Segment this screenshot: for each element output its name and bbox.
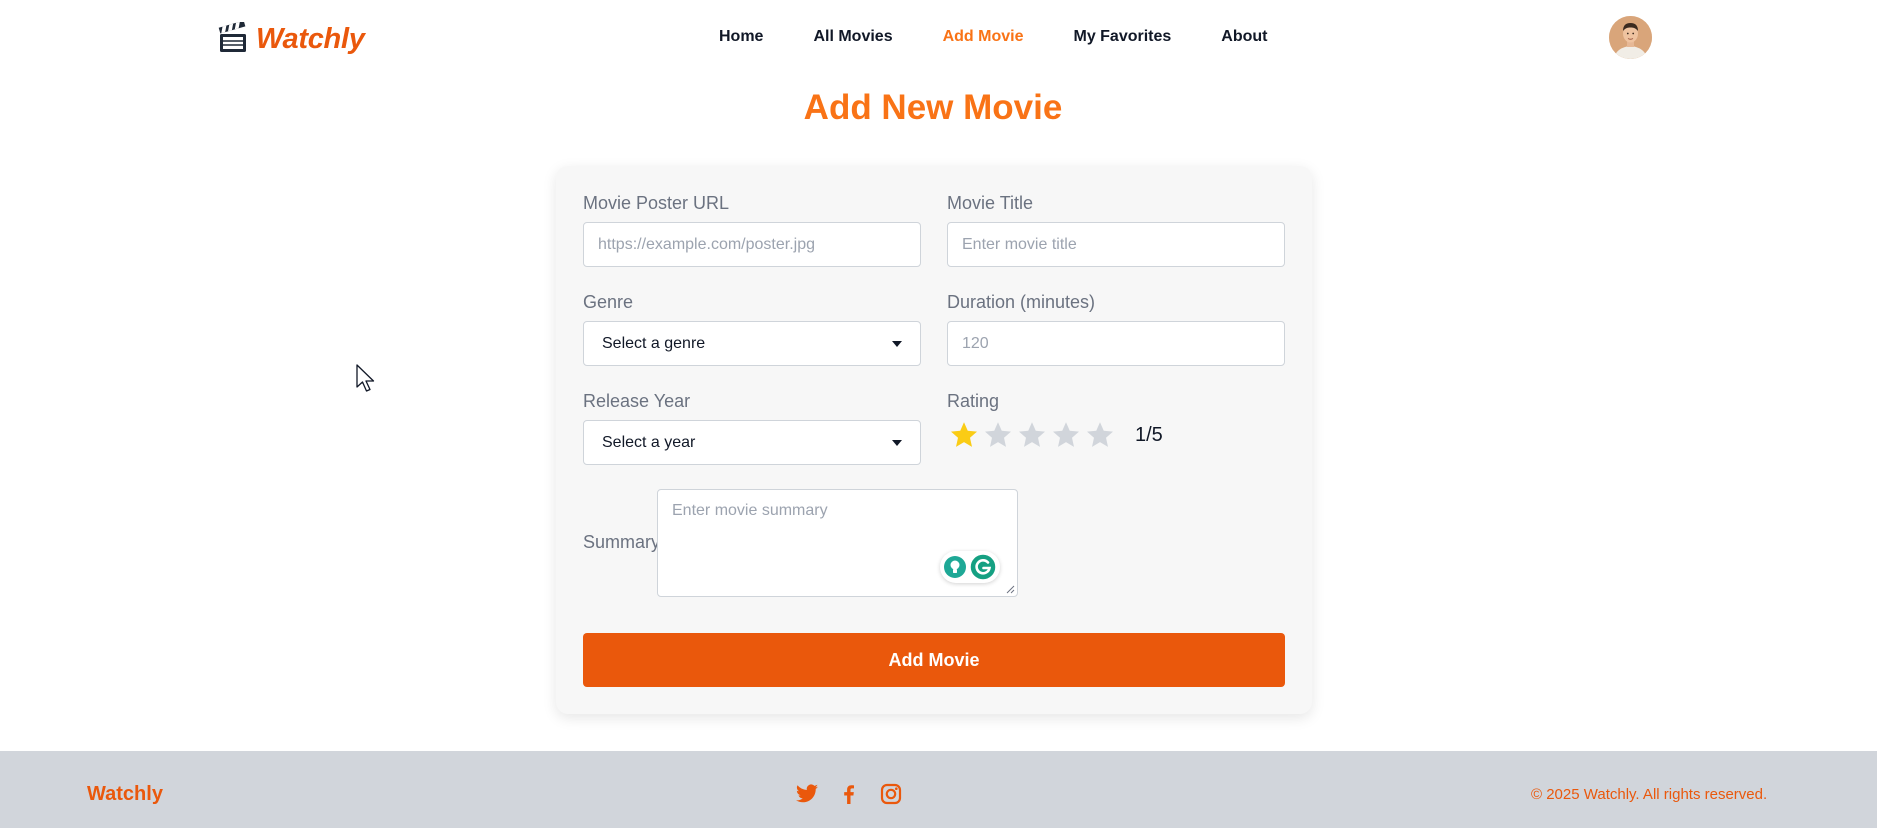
footer: Watchly © 2025 Watchly. All rights reser… <box>0 751 1877 828</box>
genre-label: Genre <box>583 292 634 312</box>
release-year-label: Release Year <box>583 391 691 411</box>
chevron-down-icon <box>892 439 902 446</box>
nav-about[interactable]: About <box>1221 28 1267 46</box>
movie-title-field: Movie Title <box>947 193 1285 267</box>
star-icon[interactable] <box>947 420 981 450</box>
nav-home[interactable]: Home <box>719 28 763 46</box>
clapperboard-icon <box>218 22 246 52</box>
user-avatar[interactable] <box>1609 16 1652 59</box>
copyright-text: © 2025 Watchly. All rights reserved. <box>1531 786 1768 803</box>
rating-label: Rating <box>947 391 1000 411</box>
summary-field <box>657 489 1018 597</box>
twitter-icon[interactable] <box>795 782 819 806</box>
navbar: Watchly Home All Movies Add Movie My Fav… <box>0 0 1877 76</box>
duration-field: Duration (minutes) <box>947 292 1285 366</box>
duration-label: Duration (minutes) <box>947 292 1096 312</box>
main-nav: Home All Movies Add Movie My Favorites A… <box>719 28 1318 46</box>
instagram-icon[interactable] <box>879 782 903 806</box>
brand-name: Watchly <box>256 22 365 55</box>
poster-url-label: Movie Poster URL <box>583 193 730 213</box>
movie-title-input[interactable] <box>947 222 1285 267</box>
add-movie-button[interactable]: Add Movie <box>583 633 1285 687</box>
star-icon[interactable] <box>1015 420 1049 450</box>
chevron-down-icon <box>892 340 902 347</box>
release-year-field: Release Year Select a year <box>583 391 921 465</box>
star-list <box>947 420 1117 450</box>
duration-input[interactable] <box>947 321 1285 366</box>
rating-field: Rating 1/5 <box>947 391 1285 450</box>
poster-url-field: Movie Poster URL <box>583 193 921 267</box>
genre-select[interactable]: Select a genre <box>583 321 921 366</box>
nav-add-movie[interactable]: Add Movie <box>943 28 1024 46</box>
nav-my-favorites[interactable]: My Favorites <box>1073 28 1171 46</box>
brand-logo[interactable]: Watchly <box>216 22 365 56</box>
poster-url-input[interactable] <box>583 222 921 267</box>
genre-field: Genre Select a genre <box>583 292 921 366</box>
star-icon[interactable] <box>1083 420 1117 450</box>
resize-handle-icon[interactable] <box>1005 584 1015 594</box>
star-icon[interactable] <box>981 420 1015 450</box>
grammarly-widget[interactable] <box>940 551 1000 583</box>
lightbulb-icon[interactable] <box>943 555 967 579</box>
avatar-image <box>1609 16 1652 59</box>
summary-label: Summary <box>583 532 661 552</box>
movie-title-label: Movie Title <box>947 193 1034 213</box>
grammarly-icon[interactable] <box>969 553 997 581</box>
star-icon[interactable] <box>1049 420 1083 450</box>
facebook-icon[interactable] <box>837 782 861 806</box>
add-movie-form: Movie Poster URL Movie Title Genre Selec… <box>556 166 1312 714</box>
footer-brand: Watchly <box>87 783 163 805</box>
mouse-cursor-icon <box>356 364 375 392</box>
nav-all-movies[interactable]: All Movies <box>813 28 892 46</box>
release-year-select-value: Select a year <box>602 433 696 451</box>
social-links <box>795 782 903 806</box>
genre-select-value: Select a genre <box>602 334 706 352</box>
release-year-select[interactable]: Select a year <box>583 420 921 465</box>
star-rating: 1/5 <box>947 420 1285 450</box>
rating-value: 1/5 <box>1135 423 1163 446</box>
page-title: Add New Movie <box>803 88 1063 127</box>
